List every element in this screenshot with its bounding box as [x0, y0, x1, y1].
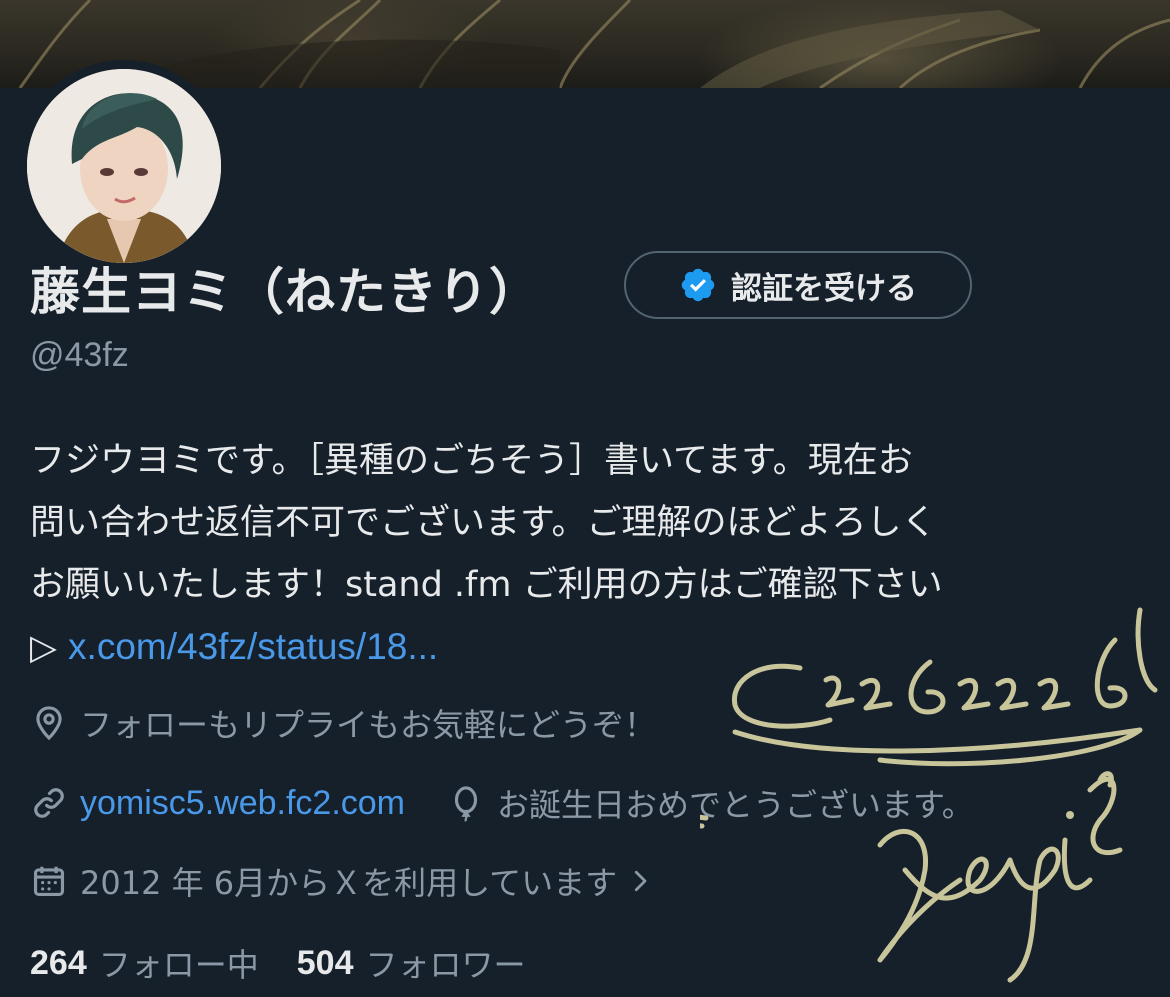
- bio-status-link[interactable]: x.com/43fz/status/18...: [68, 626, 438, 667]
- follow-stats: 264 フォロー中 504 フォロワー: [30, 940, 526, 986]
- joined-row[interactable]: 2012 年 6月からＸを利用しています: [30, 858, 655, 904]
- location-text: フォローもリプライもお気軽にどうぞ！: [80, 706, 657, 744]
- user-handle: @43fz: [30, 336, 129, 374]
- link-icon: [34, 788, 64, 818]
- profile-avatar[interactable]: [18, 60, 230, 272]
- followers-stat[interactable]: 504 フォロワー: [297, 940, 526, 986]
- avatar-image: [27, 69, 221, 263]
- bio-line: フジウヨミです。［異種のごちそう］書いてます。現在お: [30, 441, 913, 481]
- following-label: フォロー中: [98, 946, 259, 984]
- website-link[interactable]: yomisc5.web.fc2.com: [80, 784, 405, 823]
- bio-link-prefix: ▷: [30, 628, 69, 668]
- get-verified-label: 認証を受ける: [731, 270, 917, 307]
- chevron-right-icon: [635, 870, 647, 892]
- location-pin-icon: [36, 706, 62, 741]
- location-row: フォローもリプライもお気軽にどうぞ！: [30, 700, 656, 746]
- following-stat[interactable]: 264 フォロー中: [30, 940, 259, 986]
- following-count: 264: [30, 943, 87, 982]
- profile-name-row: 藤生ヨミ（ねたきり）: [30, 248, 540, 328]
- joined-text: 2012 年 6月からＸを利用しています: [80, 864, 618, 902]
- handwritten-signature-overlay: [700, 607, 1158, 983]
- verified-badge-icon: [681, 268, 715, 302]
- bio-line: 問い合わせ返信不可でございます。ご理解のほどよろしく: [30, 503, 937, 543]
- calendar-icon: [33, 866, 65, 897]
- display-name: 藤生ヨミ（ねたきり）: [30, 263, 540, 321]
- followers-label: フォロワー: [365, 946, 526, 984]
- followers-count: 504: [296, 943, 354, 982]
- get-verified-button[interactable]: 認証を受ける: [624, 251, 972, 319]
- balloon-icon: [454, 786, 478, 822]
